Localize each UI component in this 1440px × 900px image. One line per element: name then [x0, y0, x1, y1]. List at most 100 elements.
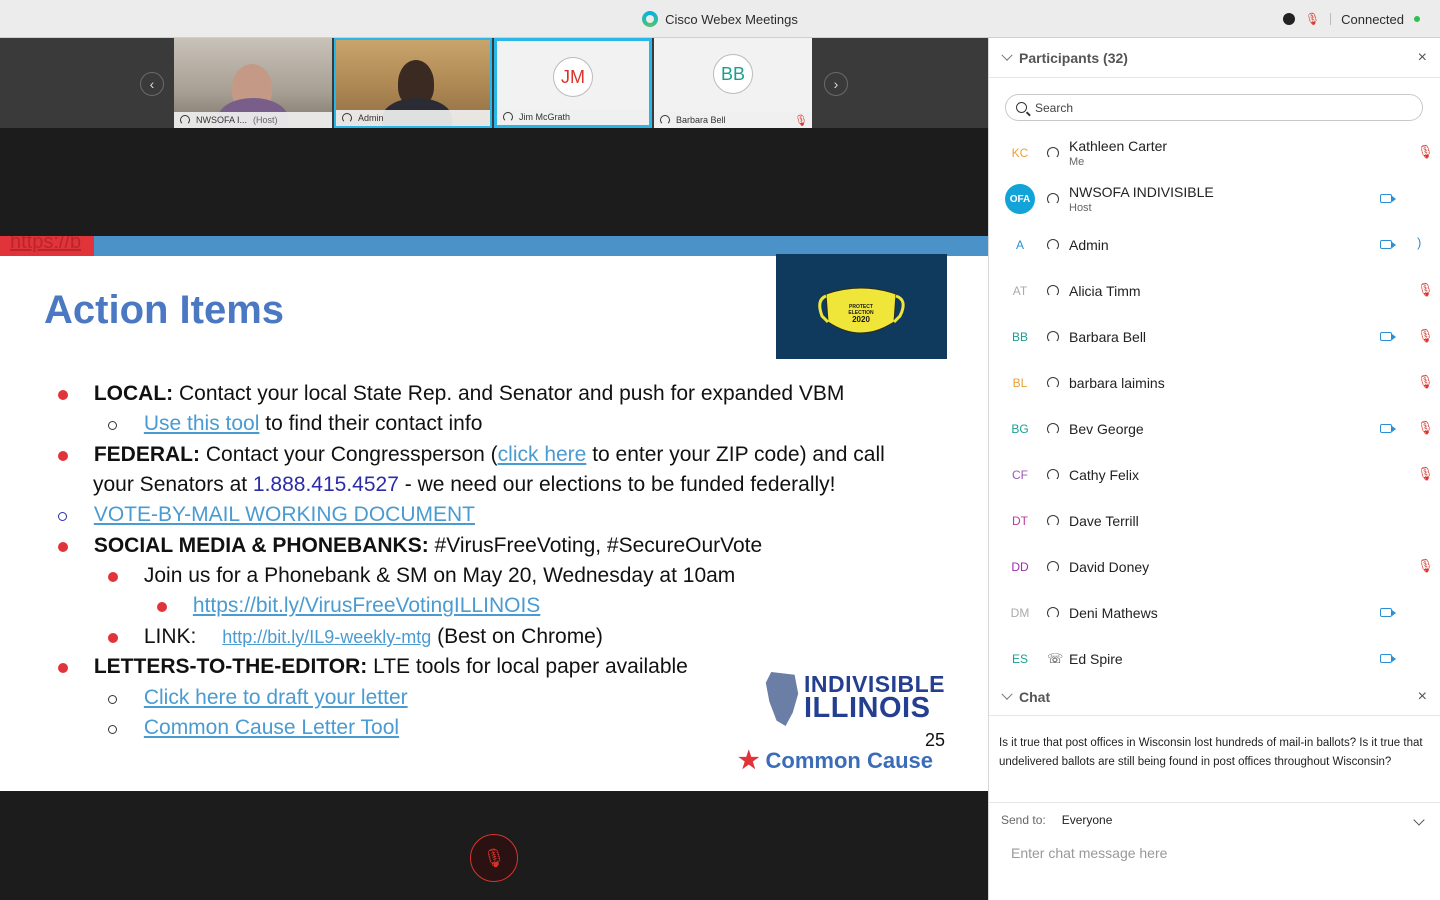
participant-name: David Doney [1069, 559, 1150, 575]
chat-message: Is it true that post offices in Wisconsi… [999, 737, 1423, 768]
bullet-text: Contact your Congressperson ( [200, 443, 498, 466]
participant-name-block: Deni Mathews [1069, 605, 1158, 621]
illinois-state-icon [765, 672, 799, 726]
participant-name-block: Bev George [1069, 421, 1144, 437]
video-tile-barbara-bell[interactable]: BB Barbara Bell 🎙︎ [654, 38, 812, 128]
shared-presentation-slide: https://b Action Items PROTECT ELECTION … [0, 236, 988, 791]
send-to-value[interactable]: Everyone [1062, 813, 1113, 827]
video-camera-icon [1380, 194, 1396, 203]
participant-row[interactable]: A Admin) [989, 222, 1440, 268]
bullet-icon [108, 572, 118, 582]
avatar: JM [553, 57, 593, 97]
participant-row[interactable]: DD David Doney 🎙︎ [989, 544, 1440, 590]
participant-row[interactable]: DT Dave Terrill [989, 498, 1440, 544]
muted-mic-icon[interactable]: 🎙︎ [1417, 466, 1434, 482]
side-panel: Participants (32) × Search KC Kathleen Ca… [988, 38, 1440, 900]
filmstrip-next-button[interactable]: › [824, 72, 848, 96]
sub-sub-bullet-bitly: https://bit.ly/VirusFreeVotingILLINOIS [157, 591, 540, 621]
avatar: BB [1011, 330, 1028, 344]
sub-bullet-join: Join us for a Phonebank & SM on May 20, … [108, 561, 735, 591]
participant-name: Bev George [1069, 421, 1144, 437]
bullet-social: SOCIAL MEDIA & PHONEBANKS: #VirusFreeVot… [58, 531, 762, 561]
chat-header[interactable]: Chat × [989, 678, 1440, 716]
participants-header[interactable]: Participants (32) × [989, 38, 1440, 78]
click-here-link[interactable]: click here [498, 443, 587, 466]
participant-row[interactable]: BL barbara laimins 🎙︎ [989, 360, 1440, 406]
sub-bullet-draft: Click here to draft your letter [108, 683, 408, 713]
window-title: Cisco Webex Meetings [665, 11, 798, 27]
participant-search[interactable]: Search [1005, 94, 1423, 121]
avatar: KC [1011, 146, 1029, 160]
weekly-meeting-link[interactable]: http://bit.ly/IL9-weekly-mtg [222, 627, 431, 647]
divider [1330, 13, 1332, 25]
headset-icon [1047, 377, 1059, 389]
participant-name-block: barbara laimins [1069, 375, 1165, 391]
chevron-down-icon[interactable] [1413, 813, 1425, 826]
participant-name: Cathy Felix [1069, 467, 1140, 483]
participant-row[interactable]: AT Alicia Timm 🎙︎ [989, 268, 1440, 314]
meeting-stage: ‹ NWSOFA I... (Host) Admin JM Jim McGrat… [0, 38, 988, 900]
chat-message-input[interactable] [999, 838, 1429, 868]
bullet-text: your Senators at [93, 473, 253, 496]
tile-name: Barbara Bell [676, 115, 726, 125]
participant-name: Barbara Bell [1069, 329, 1147, 345]
headset-icon [342, 113, 352, 123]
participant-name: Deni Mathews [1069, 605, 1158, 621]
compass-icon[interactable] [1282, 13, 1295, 25]
participant-list: KC Kathleen Carter Me 🎙︎ OFA NWSOFA INDIVISIB… [989, 130, 1440, 682]
mask-text-3: 2020 [852, 315, 870, 324]
participant-row[interactable]: BB Barbara Bell 🎙︎ [989, 314, 1440, 360]
participant-row[interactable]: KC Kathleen Carter Me 🎙︎ [989, 130, 1440, 176]
video-tile-label: Jim McGrath [497, 109, 649, 125]
participant-row[interactable]: OFA NWSOFA INDIVISIBLE Host [989, 176, 1440, 222]
muted-mic-icon[interactable]: 🎙︎ [1417, 144, 1434, 160]
chevron-down-icon[interactable] [1001, 49, 1013, 61]
participant-row[interactable]: CF Cathy Felix 🎙︎ [989, 452, 1440, 498]
webex-logo-icon [642, 11, 659, 27]
video-tile-admin[interactable]: Admin [334, 38, 492, 128]
star-icon: ★ [738, 747, 760, 774]
sub-bullet-link: LINK: http://bit.ly/IL9-weekly-mtg (Best… [108, 622, 603, 652]
muted-mic-icon: 🎙︎ [794, 114, 808, 127]
participant-name: barbara laimins [1069, 375, 1165, 391]
video-tile-jim-mcgrath[interactable]: JM Jim McGrath [494, 38, 652, 128]
headset-icon [1047, 193, 1059, 205]
participant-name-block: Admin [1069, 237, 1109, 253]
close-participants-button[interactable]: × [1418, 49, 1427, 67]
search-input[interactable]: Search [1035, 101, 1073, 115]
common-cause-logo: ★ Common Cause [738, 746, 933, 775]
headset-icon [1047, 423, 1059, 435]
bullet-icon [58, 542, 68, 552]
use-this-tool-link[interactable]: Use this tool [144, 412, 260, 435]
unmute-button[interactable]: 🎙︎ [470, 834, 518, 882]
video-tile-host[interactable]: NWSOFA I... (Host) [174, 38, 332, 128]
participant-name-block: Alicia Timm [1069, 283, 1141, 299]
bullet-vbm: VOTE-BY-MAIL WORKING DOCUMENT [58, 500, 475, 530]
participant-name-block: Dave Terrill [1069, 513, 1139, 529]
connection-status: 🎙︎ Connected [1282, 0, 1420, 38]
bullet-federal: FEDERAL: Contact your Congressperson (cl… [58, 440, 885, 470]
mask-icon: PROTECT ELECTION 2020 [818, 287, 905, 334]
participant-row[interactable]: ES ☏ Ed Spire [989, 636, 1440, 682]
common-cause-letter-link[interactable]: Common Cause Letter Tool [144, 716, 399, 739]
window-title-group: Cisco Webex Meetings [0, 0, 1440, 38]
mute-status-icon[interactable]: 🎙︎ [1305, 12, 1320, 26]
vbm-document-link[interactable]: VOTE-BY-MAIL WORKING DOCUMENT [94, 503, 475, 526]
muted-mic-icon[interactable]: 🎙︎ [1417, 558, 1434, 574]
video-camera-icon [1380, 654, 1396, 663]
muted-mic-icon[interactable]: 🎙︎ [1417, 328, 1434, 344]
filmstrip-prev-button[interactable]: ‹ [140, 72, 164, 96]
bullet-icon [58, 451, 68, 461]
participant-row[interactable]: DM Deni Mathews [989, 590, 1440, 636]
muted-mic-icon[interactable]: 🎙︎ [1417, 420, 1434, 436]
muted-mic-icon[interactable]: 🎙︎ [1417, 282, 1434, 298]
send-to-selector[interactable]: Send to: Everyone [989, 802, 1440, 836]
sub-bullet-icon [108, 421, 117, 430]
draft-letter-link[interactable]: Click here to draft your letter [144, 686, 408, 709]
participant-row[interactable]: BG Bev George 🎙︎ [989, 406, 1440, 452]
chevron-down-icon[interactable] [1001, 688, 1013, 700]
logo-line-2: ILLINOIS [804, 692, 931, 724]
bitly-virus-free-voting-link[interactable]: https://bit.ly/VirusFreeVotingILLINOIS [193, 594, 540, 617]
muted-mic-icon[interactable]: 🎙︎ [1417, 374, 1434, 390]
close-chat-button[interactable]: × [1418, 688, 1427, 706]
